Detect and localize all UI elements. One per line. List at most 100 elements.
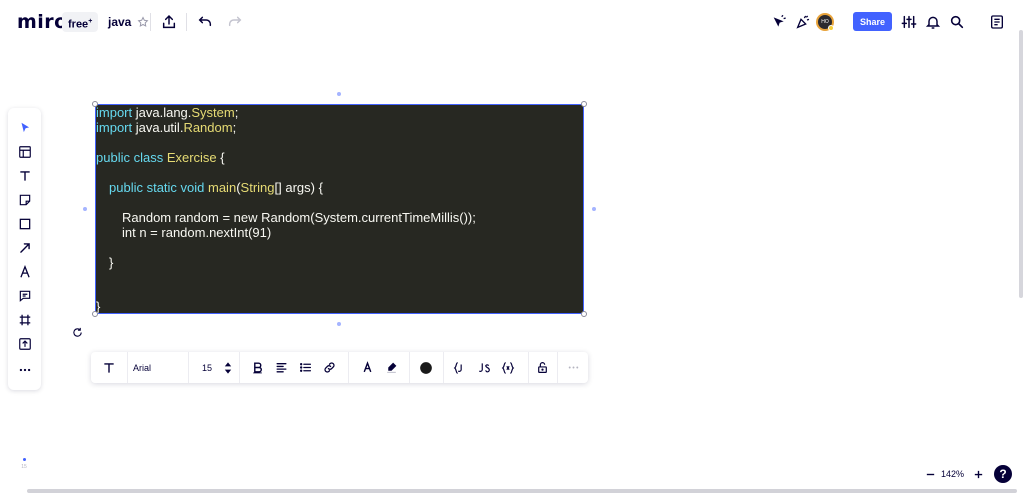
- code-token: [] args) {: [274, 180, 323, 195]
- status-dot: [828, 25, 834, 31]
- code-token: {: [216, 150, 225, 165]
- horizontal-scrollbar[interactable]: [27, 489, 1017, 493]
- share-button[interactable]: Share: [853, 12, 892, 31]
- frame-icon[interactable]: [12, 309, 37, 331]
- color-dot-icon[interactable]: [415, 355, 437, 380]
- pen-icon[interactable]: [12, 261, 37, 283]
- resize-handle[interactable]: [581, 311, 587, 317]
- divider: [127, 352, 128, 383]
- code-token: main: [208, 180, 237, 195]
- highlight-icon[interactable]: [380, 355, 402, 380]
- code-token: public static void: [109, 180, 208, 195]
- zoom-level[interactable]: 142%: [941, 469, 964, 479]
- font-family-select[interactable]: Arial: [133, 355, 183, 380]
- board-title[interactable]: java: [108, 15, 131, 29]
- lock-icon[interactable]: [531, 355, 553, 380]
- connector-icon[interactable]: [12, 237, 37, 259]
- text-style-icon[interactable]: [97, 355, 121, 380]
- code-braces-icon[interactable]: [449, 355, 471, 380]
- code-line: }: [109, 255, 113, 270]
- upload-icon[interactable]: [157, 10, 181, 34]
- align-icon[interactable]: [270, 355, 292, 380]
- bell-icon[interactable]: [921, 10, 945, 34]
- divider: [239, 352, 240, 383]
- more-icon[interactable]: [12, 359, 37, 381]
- text-color-icon[interactable]: [356, 355, 378, 380]
- page-dot: [22, 458, 26, 461]
- resize-handle[interactable]: [581, 101, 587, 107]
- code-fx-icon[interactable]: [497, 355, 519, 380]
- reactions-icon[interactable]: [791, 10, 815, 34]
- side-handle[interactable]: [337, 92, 341, 96]
- code-token: ;: [232, 120, 237, 135]
- text-icon[interactable]: [12, 165, 37, 187]
- code-token: import: [96, 105, 136, 120]
- list-icon[interactable]: [294, 355, 316, 380]
- code-line: int n = random.nextInt(91): [122, 225, 271, 240]
- cursor-icon[interactable]: [767, 10, 791, 34]
- code-token: java.lang.: [135, 105, 192, 120]
- divider: [348, 352, 349, 383]
- code-token: Exercise: [166, 150, 217, 165]
- code-token: String: [240, 180, 275, 195]
- help-button[interactable]: ?: [994, 465, 1012, 483]
- link-icon[interactable]: [318, 355, 340, 380]
- search-icon[interactable]: [945, 10, 969, 34]
- select-icon[interactable]: [12, 117, 37, 139]
- code-token: public class: [96, 150, 167, 165]
- divider: [528, 352, 529, 383]
- miro-logo[interactable]: miro: [17, 11, 68, 33]
- star-icon[interactable]: [131, 10, 155, 34]
- divider: [557, 352, 558, 383]
- upload-tool-icon[interactable]: [12, 333, 37, 355]
- side-handle[interactable]: [337, 322, 341, 326]
- divider: [150, 13, 151, 31]
- plan-badge-label: free: [68, 18, 89, 31]
- side-handle[interactable]: [592, 207, 596, 211]
- divider: [188, 352, 189, 383]
- code-token: java.util.: [135, 120, 184, 135]
- resize-handle[interactable]: [92, 101, 98, 107]
- comment-icon[interactable]: [12, 285, 37, 307]
- divider: [409, 352, 410, 383]
- page-number: 15: [21, 464, 27, 470]
- divider: [186, 13, 187, 31]
- code-line: import java.lang.System;: [96, 105, 238, 120]
- left-toolbar: [8, 108, 41, 390]
- zoom-out-icon[interactable]: [918, 462, 942, 486]
- code-line: public static void main(String[] args) {: [109, 180, 323, 195]
- side-handle[interactable]: [83, 207, 87, 211]
- vertical-scrollbar[interactable]: [1019, 30, 1023, 298]
- plan-badge-mark: +: [88, 18, 93, 25]
- font-size-value[interactable]: 15: [196, 355, 218, 380]
- format-toolbar: Arial 15: [91, 352, 588, 383]
- code-block[interactable]: import java.lang.System; import java.uti…: [95, 104, 584, 314]
- templates-icon[interactable]: [12, 141, 37, 163]
- code-token: ;: [234, 105, 239, 120]
- settings-sliders-icon[interactable]: [897, 10, 921, 34]
- shape-icon[interactable]: [12, 213, 37, 235]
- code-line: import java.util.Random;: [96, 120, 236, 135]
- page-indicator[interactable]: 15: [19, 458, 29, 470]
- font-size-stepper-icon[interactable]: [221, 355, 235, 380]
- code-js-icon[interactable]: [473, 355, 495, 380]
- plan-badge[interactable]: free+: [62, 12, 99, 32]
- code-token: System: [191, 105, 235, 120]
- bold-icon[interactable]: [246, 355, 268, 380]
- redo-icon[interactable]: [223, 10, 247, 34]
- rotate-icon[interactable]: [71, 326, 83, 338]
- code-token: Random random = new Random(System.curren…: [122, 210, 476, 225]
- zoom-in-icon[interactable]: [966, 462, 990, 486]
- sticky-note-icon[interactable]: [12, 189, 37, 211]
- code-line: Random random = new Random(System.curren…: [122, 210, 476, 225]
- undo-icon[interactable]: [193, 10, 217, 34]
- resize-handle[interactable]: [92, 311, 98, 317]
- notes-icon[interactable]: [985, 10, 1009, 34]
- code-token: int n = random.nextInt(91): [122, 225, 272, 240]
- divider: [443, 352, 444, 383]
- more-options-icon[interactable]: [562, 355, 584, 380]
- code-token: }: [109, 255, 114, 270]
- code-token: Random: [183, 120, 233, 135]
- code-line: public class Exercise {: [96, 150, 225, 165]
- code-token: import: [96, 120, 136, 135]
